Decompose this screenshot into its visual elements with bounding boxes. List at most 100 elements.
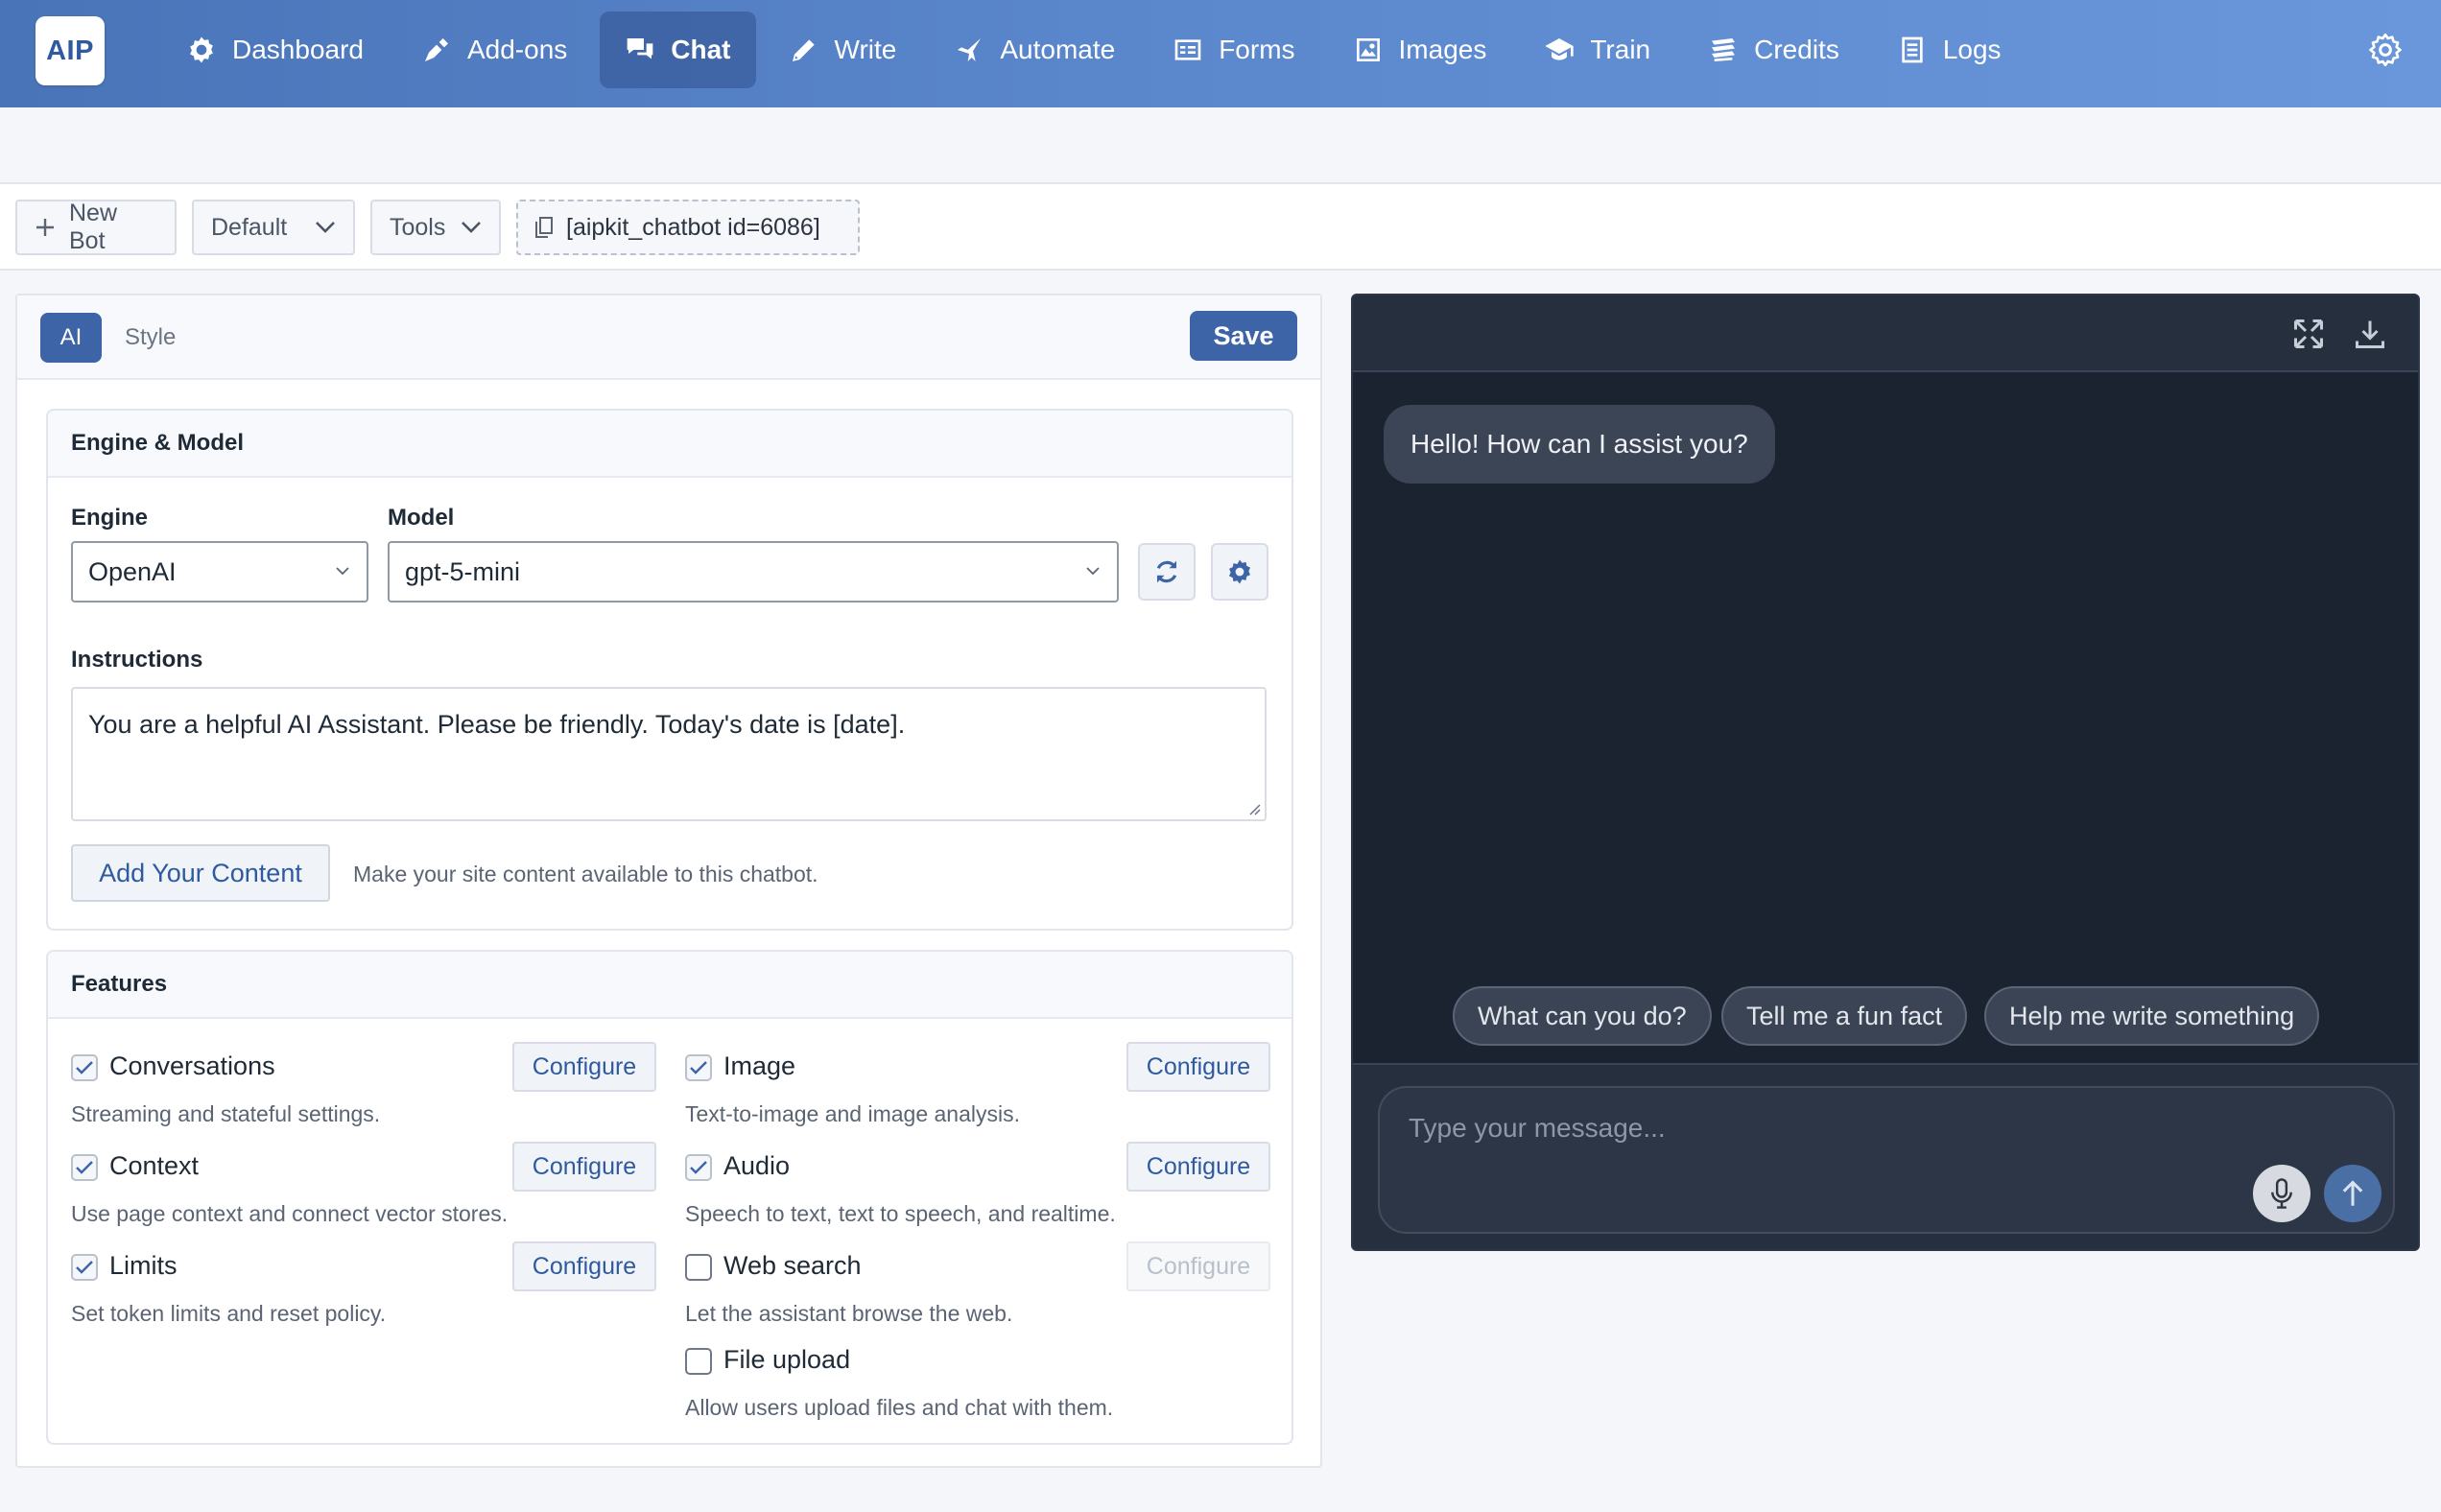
new-bot-label: New Bot: [69, 200, 118, 254]
suggestion-chip[interactable]: What can you do?: [1453, 986, 1712, 1046]
file-upload-checkbox[interactable]: [685, 1348, 712, 1375]
chat-input-area: Type your message...: [1353, 1063, 2418, 1249]
checkmark-icon: [690, 1161, 707, 1174]
add-your-content-button[interactable]: Add Your Content: [71, 844, 330, 902]
sub-header-bar: [0, 107, 2441, 184]
fullscreen-icon[interactable]: [2291, 317, 2326, 351]
tab-ai[interactable]: AI: [40, 313, 102, 363]
save-button[interactable]: Save: [1190, 311, 1297, 361]
feature-description: Let the assistant browse the web.: [685, 1301, 1013, 1326]
graduation-cap-icon: [1545, 38, 1575, 60]
image-checkbox[interactable]: [685, 1054, 712, 1081]
add-content-hint: Make your site content available to this…: [353, 862, 818, 886]
audio-checkbox[interactable]: [685, 1154, 712, 1181]
feature-image: Image Configure Text-to-image and image …: [685, 1042, 1270, 1138]
model-select[interactable]: gpt-5-mini: [388, 541, 1119, 602]
nav-label-dashboard: Dashboard: [232, 35, 364, 64]
new-bot-button[interactable]: New Bot: [15, 200, 177, 255]
configure-conversations-button[interactable]: Configure: [512, 1042, 656, 1092]
feature-description: Use page context and connect vector stor…: [71, 1201, 509, 1226]
web-search-checkbox[interactable]: [685, 1254, 712, 1281]
nav-item-logs[interactable]: Logs: [1872, 12, 2026, 88]
images-icon: [1356, 38, 1380, 61]
suggestion-chip[interactable]: Tell me a fun fact: [1721, 986, 1968, 1046]
dashboard-icon: [190, 36, 213, 63]
feature-conversations: Conversations Configure Streaming and st…: [71, 1042, 656, 1138]
shortcode-copy[interactable]: [aipkit_chatbot id=6086]: [516, 200, 860, 255]
top-navigation: AIP Dashboard Add-ons Chat Write Automat…: [0, 0, 2441, 107]
gear-icon[interactable]: [2366, 31, 2405, 69]
chevron-down-icon: [462, 222, 481, 233]
engine-select[interactable]: OpenAI: [71, 541, 368, 602]
plus-icon: [36, 219, 54, 236]
feature-name: Context: [109, 1151, 200, 1180]
nav-label-images: Images: [1398, 35, 1487, 64]
tools-label: Tools: [390, 213, 446, 241]
nav-label-credits: Credits: [1754, 35, 1839, 64]
message-input[interactable]: Type your message...: [1378, 1086, 2395, 1234]
bot-settings-panel: AI Style Save Engine & Model Engine Open…: [15, 294, 1322, 1468]
feature-description: Text-to-image and image analysis.: [685, 1101, 1020, 1126]
refresh-models-button[interactable]: [1138, 543, 1196, 601]
chevron-down-icon: [336, 567, 349, 576]
feature-name: Audio: [723, 1151, 791, 1180]
resize-grip-icon[interactable]: [1247, 802, 1261, 815]
configure-context-button[interactable]: Configure: [512, 1142, 656, 1192]
limits-checkbox[interactable]: [71, 1254, 98, 1281]
feature-name: Conversations: [109, 1051, 275, 1080]
nav-item-forms[interactable]: Forms: [1148, 12, 1319, 88]
nav-label-forms: Forms: [1219, 35, 1295, 64]
nav-item-chat[interactable]: Chat: [600, 12, 756, 88]
feature-description: Set token limits and reset policy.: [71, 1301, 387, 1326]
context-checkbox[interactable]: [71, 1154, 98, 1181]
settings-tabs-bar: AI Style Save: [17, 295, 1320, 380]
model-settings-button[interactable]: [1211, 543, 1268, 601]
nav-item-train[interactable]: Train: [1519, 12, 1675, 88]
suggestion-chip[interactable]: Help me write something: [1984, 986, 2320, 1046]
bot-select[interactable]: Default: [192, 200, 355, 255]
app-logo[interactable]: AIP: [36, 16, 105, 85]
microphone-button[interactable]: [2253, 1165, 2311, 1222]
instructions-label: Instructions: [71, 647, 203, 673]
pencil-icon: [792, 39, 815, 61]
nav-item-images[interactable]: Images: [1328, 12, 1512, 88]
configure-limits-button[interactable]: Configure: [512, 1241, 656, 1291]
feature-context: Context Configure Use page context and c…: [71, 1142, 656, 1238]
conversations-checkbox[interactable]: [71, 1054, 98, 1081]
send-button[interactable]: [2324, 1165, 2382, 1222]
instructions-textarea[interactable]: You are a helpful AI Assistant. Please b…: [71, 687, 1267, 821]
feature-name: File upload: [723, 1345, 851, 1374]
nav-label-logs: Logs: [1942, 35, 2002, 64]
configure-image-button[interactable]: Configure: [1126, 1042, 1270, 1092]
feature-name: Web search: [723, 1251, 862, 1280]
nav-item-dashboard[interactable]: Dashboard: [161, 12, 389, 88]
configure-audio-button[interactable]: Configure: [1126, 1142, 1270, 1192]
nav-item-automate[interactable]: Automate: [929, 12, 1140, 88]
checkmark-icon: [690, 1061, 707, 1075]
chatbot-preview: Hello! How can I assist you? What can yo…: [1351, 294, 2420, 1251]
feature-name: Image: [723, 1051, 796, 1080]
nav-label-write: Write: [834, 35, 897, 64]
gear-icon: [1229, 559, 1250, 584]
download-icon[interactable]: [2353, 317, 2387, 351]
chat-icon: [627, 38, 653, 59]
feature-audio: Audio Configure Speech to text, text to …: [685, 1142, 1270, 1238]
nav-item-write[interactable]: Write: [764, 12, 922, 88]
nav-item-addons[interactable]: Add-ons: [396, 12, 592, 88]
instructions-text: You are a helpful AI Assistant. Please b…: [88, 710, 906, 739]
model-select-value: gpt-5-mini: [405, 556, 521, 586]
configure-web-search-button[interactable]: Configure: [1126, 1241, 1270, 1291]
arrow-up-icon: [2342, 1180, 2363, 1206]
engine-model-title: Engine & Model: [48, 411, 1292, 478]
forms-icon: [1174, 39, 1201, 60]
nav-item-credits[interactable]: Credits: [1683, 12, 1864, 88]
tab-style[interactable]: Style: [125, 324, 176, 351]
chat-header: [1353, 295, 2418, 372]
credits-icon: [1712, 38, 1736, 61]
automate-icon: [958, 38, 982, 61]
engine-label: Engine: [71, 505, 149, 531]
tools-dropdown[interactable]: Tools: [370, 200, 501, 255]
feature-limits: Limits Configure Set token limits and re…: [71, 1241, 656, 1337]
bot-message-bubble: Hello! How can I assist you?: [1384, 405, 1775, 484]
engine-model-card: Engine & Model Engine OpenAI Model gpt-5…: [46, 409, 1293, 931]
